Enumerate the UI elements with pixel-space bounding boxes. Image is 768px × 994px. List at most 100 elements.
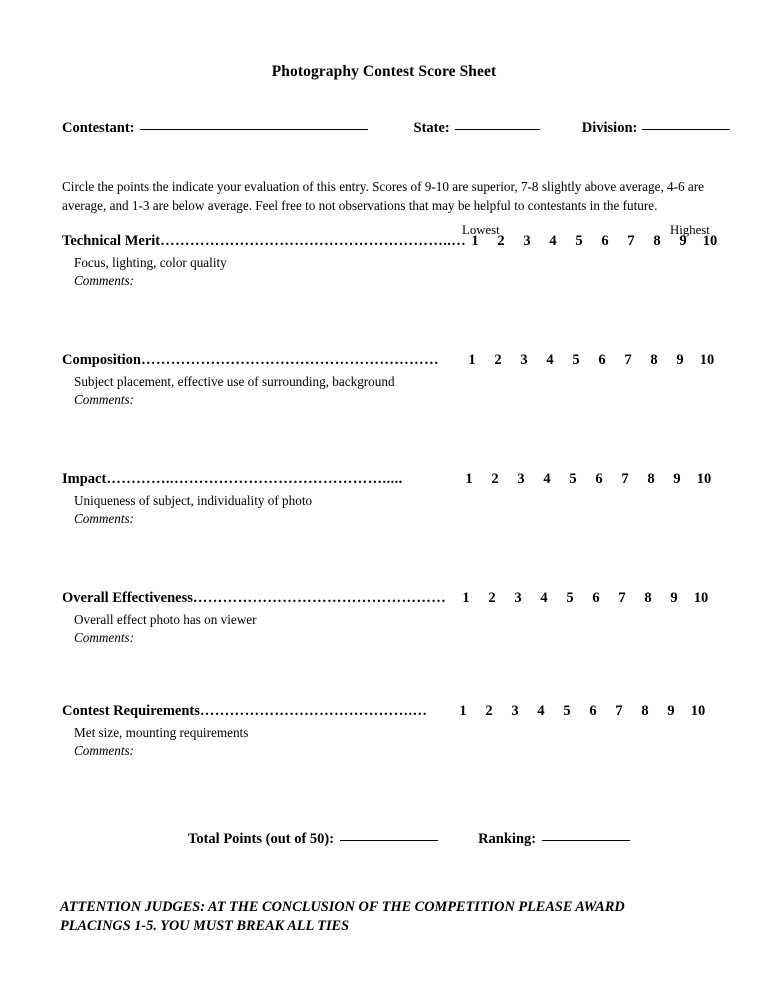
totals-row: Total Points (out of 50): Ranking: (188, 831, 631, 848)
criterion-impact: Impact…………..……………………………………..... 12345678… (62, 471, 722, 527)
score-option-10[interactable]: 10 (691, 590, 711, 607)
score-option-5[interactable]: 5 (566, 471, 580, 488)
score-option-4[interactable]: 4 (537, 590, 551, 607)
dot-leader: …………..……………………………………..... (106, 471, 403, 487)
score-sheet-page: Photography Contest Score Sheet Contesta… (0, 0, 768, 994)
dot-leader: …………………………………………… (192, 590, 447, 606)
score-option-6[interactable]: 6 (592, 471, 606, 488)
dot-leader: …………………………………….… (199, 703, 428, 719)
score-option-8[interactable]: 8 (647, 352, 661, 369)
score-option-1[interactable]: 1 (459, 590, 473, 607)
criterion-title-line: Contest Requirements…………………………………….… 123… (62, 703, 722, 722)
score-option-3[interactable]: 3 (511, 590, 525, 607)
contestant-label: Contestant: (62, 120, 135, 136)
criterion-title-line: Composition…………………………………………………… 12345678… (62, 352, 722, 371)
dot-leader: …………………………………………………… (140, 352, 439, 368)
criterion-description: Focus, lighting, color quality (74, 255, 227, 270)
criterion-overall-effectiveness: Overall Effectiveness…………………………………………… 1… (62, 590, 722, 646)
attention-line-1: ATTENTION JUDGES: AT THE CONCLUSION OF T… (60, 899, 625, 915)
score-option-8[interactable]: 8 (644, 471, 658, 488)
criterion-description: Uniqueness of subject, individuality of … (74, 493, 313, 508)
total-points-input[interactable] (340, 840, 439, 841)
score-scale[interactable]: 1 2 3 4 5 6 7 8 9 10 (465, 352, 717, 369)
total-points-label: Total Points (out of 50): (188, 831, 335, 847)
score-option-1[interactable]: 1 (462, 471, 476, 488)
criterion-description: Overall effect photo has on viewer (74, 612, 257, 627)
score-scale[interactable]: 1 2 3 4 5 6 7 8 9 10 (459, 590, 711, 607)
score-option-8[interactable]: 8 (638, 703, 652, 720)
score-option-1[interactable]: 1 (468, 233, 482, 250)
contestant-field: Contestant: (62, 120, 368, 137)
total-points-field: Total Points (out of 50): (188, 831, 439, 848)
score-option-1[interactable]: 1 (456, 703, 470, 720)
score-option-6[interactable]: 6 (595, 352, 609, 369)
score-option-6[interactable]: 6 (586, 703, 600, 720)
division-input[interactable] (642, 129, 731, 130)
score-option-9[interactable]: 9 (676, 233, 690, 250)
score-option-1[interactable]: 1 (465, 352, 479, 369)
score-option-6[interactable]: 6 (598, 233, 612, 250)
criterion-comments-label[interactable]: Comments: (74, 511, 722, 527)
header-fields-row: Contestant: State: Division: (62, 120, 731, 137)
score-option-4[interactable]: 4 (546, 233, 560, 250)
score-option-7[interactable]: 7 (618, 471, 632, 488)
criterion-description: Met size, mounting requirements (74, 725, 249, 740)
score-option-7[interactable]: 7 (612, 703, 626, 720)
contestant-input[interactable] (139, 129, 368, 130)
score-option-4[interactable]: 4 (540, 471, 554, 488)
criterion-name: Contest Requirements (62, 703, 200, 719)
criterion-name: Composition (62, 352, 141, 368)
score-option-8[interactable]: 8 (641, 590, 655, 607)
score-option-9[interactable]: 9 (664, 703, 678, 720)
score-option-5[interactable]: 5 (569, 352, 583, 369)
score-option-10[interactable]: 10 (688, 703, 708, 720)
criterion-name: Impact (62, 471, 107, 487)
score-option-3[interactable]: 3 (508, 703, 522, 720)
criterion-comments-label[interactable]: Comments: (74, 630, 722, 646)
score-option-2[interactable]: 2 (485, 590, 499, 607)
score-option-2[interactable]: 2 (491, 352, 505, 369)
criterion-contest-requirements: Contest Requirements…………………………………….… 123… (62, 703, 722, 759)
attention-note: ATTENTION JUDGES: AT THE CONCLUSION OF T… (60, 898, 720, 937)
score-option-4[interactable]: 4 (543, 352, 557, 369)
division-field: Division: (582, 120, 731, 137)
score-option-5[interactable]: 5 (563, 590, 577, 607)
score-option-7[interactable]: 7 (624, 233, 638, 250)
criterion-title-line: Technical Merit…………………………………………………..… 12… (62, 233, 722, 252)
score-option-9[interactable]: 9 (667, 590, 681, 607)
criterion-title-line: Overall Effectiveness…………………………………………… 1… (62, 590, 722, 609)
score-option-9[interactable]: 9 (673, 352, 687, 369)
score-option-5[interactable]: 5 (572, 233, 586, 250)
criterion-comments-label[interactable]: Comments: (74, 743, 722, 759)
score-option-2[interactable]: 2 (482, 703, 496, 720)
criterion-comments-label[interactable]: Comments: (74, 273, 722, 289)
score-option-10[interactable]: 10 (694, 471, 714, 488)
score-option-5[interactable]: 5 (560, 703, 574, 720)
division-label: Division: (581, 120, 638, 136)
score-option-6[interactable]: 6 (589, 590, 603, 607)
instructions-text: Circle the points the indicate your eval… (62, 179, 705, 213)
criterion-composition: Composition…………………………………………………… 12345678… (62, 352, 722, 408)
page-title: Photography Contest Score Sheet (271, 63, 497, 80)
score-option-2[interactable]: 2 (488, 471, 502, 488)
score-option-10[interactable]: 10 (700, 233, 720, 250)
score-option-7[interactable]: 7 (615, 590, 629, 607)
dot-leader: …………………………………………………..… (160, 233, 467, 249)
score-option-3[interactable]: 3 (520, 233, 534, 250)
criterion-technical-merit: Technical Merit…………………………………………………..… 12… (62, 233, 722, 289)
score-option-4[interactable]: 4 (534, 703, 548, 720)
score-option-2[interactable]: 2 (494, 233, 508, 250)
score-option-3[interactable]: 3 (514, 471, 528, 488)
score-option-10[interactable]: 10 (697, 352, 717, 369)
score-option-7[interactable]: 7 (621, 352, 635, 369)
ranking-input[interactable] (542, 840, 631, 841)
state-input[interactable] (454, 129, 540, 130)
score-option-9[interactable]: 9 (670, 471, 684, 488)
criterion-comments-label[interactable]: Comments: (74, 392, 722, 408)
score-option-8[interactable]: 8 (650, 233, 664, 250)
score-scale[interactable]: 1 2 3 4 5 6 7 8 9 10 (462, 471, 714, 488)
score-scale[interactable]: 1 2 3 4 5 6 7 8 9 10 (468, 233, 720, 250)
score-scale[interactable]: 1 2 3 4 5 6 7 8 9 10 (456, 703, 708, 720)
criterion-name: Technical Merit (62, 233, 161, 249)
score-option-3[interactable]: 3 (517, 352, 531, 369)
